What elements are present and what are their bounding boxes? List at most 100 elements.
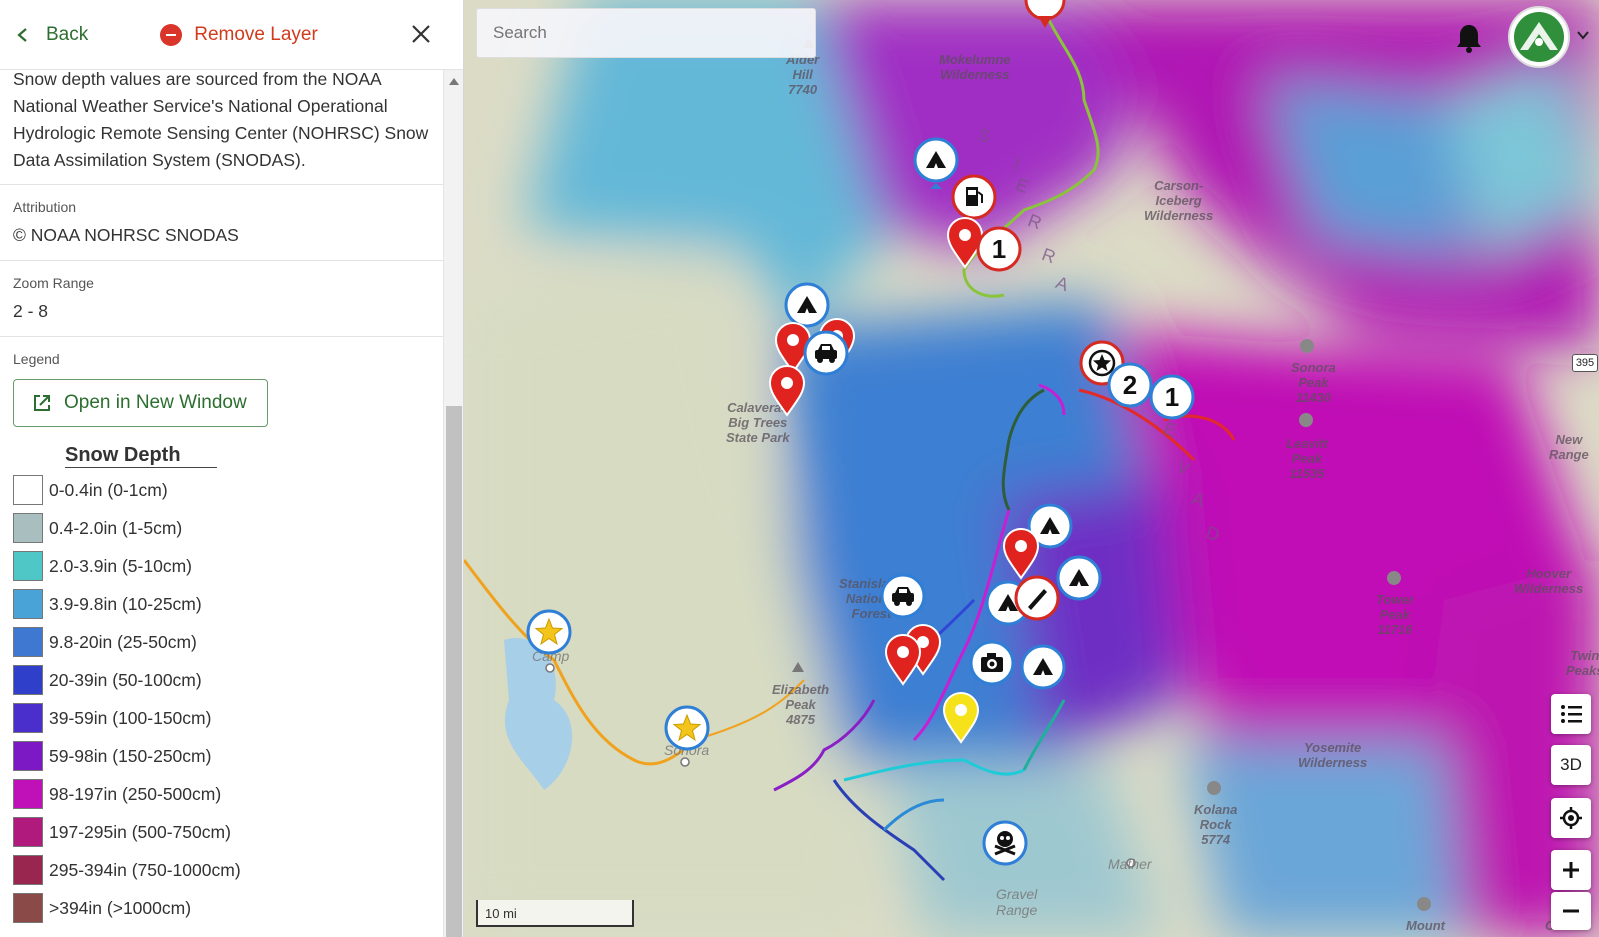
campground-marker[interactable]	[1056, 555, 1102, 609]
layer-details-panel: Back Remove Layer Snow depth values are …	[0, 0, 464, 937]
place-label-twin-peaks: Twin Peaks	[1566, 648, 1599, 678]
place-label-hoover: Hoover Wilderness	[1514, 566, 1584, 596]
zoom-range-value: 2 - 8	[13, 301, 49, 321]
legend-item: 2.0-3.9in (5-10cm)	[13, 547, 431, 585]
red-pin-marker[interactable]	[998, 526, 1044, 580]
zoom-range-section: Zoom Range 2 - 8	[0, 261, 444, 337]
crosshair-icon	[1560, 807, 1582, 829]
remove-layer-label: Remove Layer	[194, 23, 318, 45]
legend-swatch	[13, 893, 43, 923]
place-label-alder-hill: Alder Hill 7740	[786, 52, 820, 97]
legend-swatch	[13, 475, 43, 505]
legend-item: 0.4-2.0in (1-5cm)	[13, 509, 431, 547]
legend-item-label: >394in (>1000cm)	[49, 897, 192, 918]
favorite-place-marker[interactable]	[526, 609, 572, 663]
legend-item-label: 2.0-3.9in (5-10cm)	[49, 555, 192, 576]
svg-text:1: 1	[1165, 382, 1179, 412]
yellow-pin-marker[interactable]	[938, 690, 984, 744]
red-pin-marker[interactable]	[764, 363, 810, 417]
legend-swatch	[13, 779, 43, 809]
zoom-out-button[interactable]	[1551, 892, 1591, 930]
legend-item-label: 20-39in (50-100cm)	[49, 669, 202, 690]
legend-item: 197-295in (500-750cm)	[13, 813, 431, 851]
legend-list: 0-0.4in (0-1cm) 0.4-2.0in (1-5cm) 2.0-3.9i…	[13, 471, 431, 927]
number-badge-icon: 2	[1107, 362, 1153, 408]
camera-icon	[969, 640, 1015, 686]
attribution-value: © NOAA NOHRSC SNODAS	[13, 225, 239, 245]
tent-icon	[1056, 555, 1102, 601]
chevron-left-icon	[17, 27, 27, 42]
legend-swatch	[13, 817, 43, 847]
back-label: Back	[46, 23, 89, 45]
numbered-marker[interactable]: 2	[1107, 362, 1153, 416]
place-label-mather: Mather	[1108, 856, 1152, 872]
place-label-yosemite: Yosemite Wilderness	[1298, 740, 1368, 770]
scroll-up-arrow[interactable]	[449, 78, 459, 85]
map-marker-red[interactable]	[1022, 0, 1068, 34]
legend-item-label: 0-0.4in (0-1cm)	[49, 479, 168, 500]
svg-text:2: 2	[1123, 370, 1137, 400]
star-icon	[664, 705, 710, 751]
legend-item: 9.8-20in (25-50cm)	[13, 623, 431, 661]
legend-item-label: 59-98in (150-250cm)	[49, 745, 212, 766]
campground-marker[interactable]	[1020, 644, 1066, 698]
3d-label: 3D	[1560, 755, 1582, 774]
chevron-down-icon[interactable]	[1576, 28, 1590, 42]
back-button[interactable]: Back	[14, 24, 88, 46]
open-in-new-window-label: Open in New Window	[64, 392, 247, 413]
legend-item-label: 39-59in (100-150cm)	[49, 707, 212, 728]
legend-item: 3.9-9.8in (10-25cm)	[13, 585, 431, 623]
place-label-sonora-peak: Sonora Peak 11430	[1291, 360, 1336, 405]
close-icon[interactable]	[409, 22, 433, 46]
red-pin-icon	[1024, 0, 1066, 28]
layer-description: Snow depth values are sourced from the N…	[0, 70, 444, 185]
hazard-marker[interactable]	[982, 820, 1028, 874]
layers-list-button[interactable]	[1551, 694, 1591, 734]
legend-swatch	[13, 741, 43, 771]
activity-marker[interactable]	[1014, 575, 1060, 629]
remove-layer-button[interactable]: Remove Layer	[160, 23, 318, 46]
place-label-kolana-rock: Kolana Rock 5774	[1194, 802, 1238, 847]
place-label-new-range: New Range	[1549, 432, 1589, 462]
user-avatar[interactable]	[1508, 6, 1570, 68]
legend-swatch	[13, 513, 43, 543]
numbered-marker[interactable]: 1	[976, 226, 1022, 280]
legend-item: 20-39in (50-100cm)	[13, 661, 431, 699]
location-pin-icon	[768, 365, 806, 417]
scrollbar-thumb[interactable]	[446, 406, 462, 937]
legend-item: 39-59in (100-150cm)	[13, 699, 431, 737]
legend-swatch	[13, 551, 43, 581]
notification-bell-icon[interactable]	[1454, 22, 1484, 54]
place-label-mokelumne: Mokelumne Wilderness	[939, 52, 1011, 82]
legend-item-label: 295-394in (750-1000cm)	[49, 859, 241, 880]
red-pin-marker[interactable]	[880, 632, 926, 686]
legend-item-label: 9.8-20in (25-50cm)	[49, 631, 197, 652]
open-in-new-window-button[interactable]: Open in New Window	[13, 379, 268, 427]
legend-swatch	[13, 665, 43, 695]
zoom-in-button[interactable]	[1551, 850, 1591, 890]
legend-item: 98-197in (250-500cm)	[13, 775, 431, 813]
place-label-mount: Mount	[1406, 918, 1445, 933]
locate-me-button[interactable]	[1551, 798, 1591, 838]
legend-title: Snow Depth	[65, 444, 217, 468]
map-canvas[interactable]: Alder Hill 7740 Mokelumne Wilderness Car…	[464, 0, 1599, 937]
legend-item: 59-98in (150-250cm)	[13, 737, 431, 775]
legend-swatch	[13, 703, 43, 733]
numbered-marker[interactable]: 1	[1149, 374, 1195, 428]
search-input[interactable]	[476, 8, 816, 58]
viewpoint-marker[interactable]	[969, 640, 1015, 694]
legend-swatch	[13, 589, 43, 619]
legend-item: 295-394in (750-1000cm)	[13, 851, 431, 889]
location-pin-icon	[942, 692, 980, 744]
external-link-icon	[34, 395, 50, 411]
favorite-place-marker[interactable]	[664, 705, 710, 759]
3d-toggle-button[interactable]: 3D	[1551, 745, 1591, 785]
panel-scrollbar[interactable]	[443, 70, 463, 937]
legend-item-label: 197-295in (500-750cm)	[49, 821, 231, 842]
legend-item-label: 0.4-2.0in (1-5cm)	[49, 517, 183, 538]
legend-section: Legend Open in New Window Snow Depth 0-0…	[0, 337, 444, 927]
panel-content[interactable]: Snow depth values are sourced from the N…	[0, 70, 444, 937]
attribution-label: Attribution	[13, 199, 77, 215]
legend-item: 0-0.4in (0-1cm)	[13, 471, 431, 509]
parking-marker[interactable]	[880, 573, 926, 627]
